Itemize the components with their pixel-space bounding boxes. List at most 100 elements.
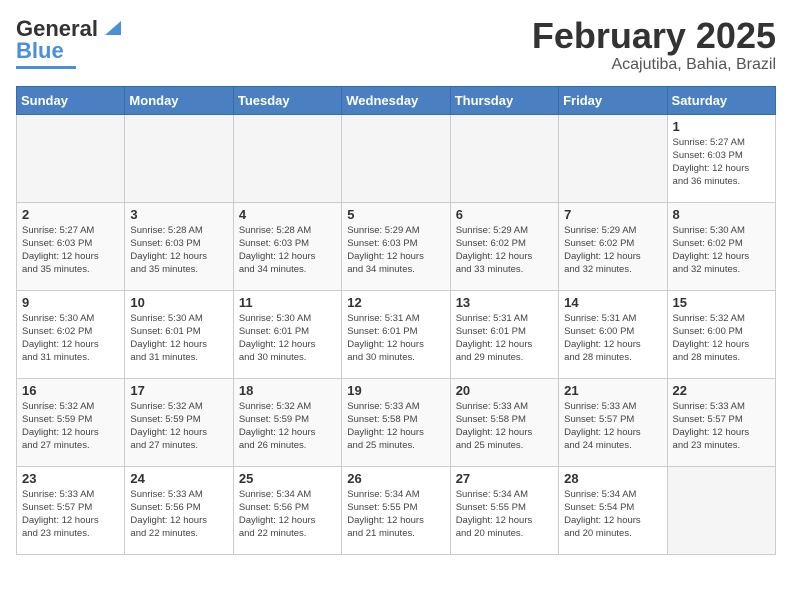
day-number: 20 [456,383,553,398]
week-row-0: 1Sunrise: 5:27 AM Sunset: 6:03 PM Daylig… [17,114,776,202]
week-row-3: 16 Sunrise: 5:32 AM Sunset: 5:59 PM Dayli… [17,378,776,466]
logo-icon [99,17,121,39]
calendar-cell [559,114,667,202]
calendar-cell: 11 Sunrise: 5:30 AM Sunset: 6:01 PM Dayli… [233,290,341,378]
day-number: 23 [22,471,119,486]
day-info: Sunrise: 5:29 AM Sunset: 6:02 PM Dayligh… [456,224,553,277]
day-info: Sunrise: 5:31 AM Sunset: 6:00 PM Dayligh… [564,312,661,365]
calendar-cell: 3 Sunrise: 5:28 AM Sunset: 6:03 PM Daylig… [125,202,233,290]
logo: General Blue [16,16,121,69]
calendar-cell: 12Sunrise: 5:31 AM Sunset: 6:01 PM Dayli… [342,290,450,378]
day-info: Sunrise: 5:28 AM Sunset: 6:03 PM Dayligh… [130,224,227,277]
day-info: Sunrise: 5:31 AM Sunset: 6:01 PM Dayligh… [456,312,553,365]
day-number: 27 [456,471,553,486]
title-block: February 2025 Acajutiba, Bahia, Brazil [532,16,776,74]
day-info: Sunrise: 5:29 AM Sunset: 6:03 PM Dayligh… [347,224,444,277]
day-number: 25 [239,471,336,486]
day-number: 21 [564,383,661,398]
calendar-cell [342,114,450,202]
calendar-cell: 19 Sunrise: 5:33 AM Sunset: 5:58 PM Dayli… [342,378,450,466]
day-number: 5 [347,207,444,222]
calendar-cell: 7 Sunrise: 5:29 AM Sunset: 6:02 PM Daylig… [559,202,667,290]
week-row-2: 9 Sunrise: 5:30 AM Sunset: 6:02 PM Daylig… [17,290,776,378]
calendar-cell: 14 Sunrise: 5:31 AM Sunset: 6:00 PM Dayli… [559,290,667,378]
logo-blue-text: Blue [16,38,64,64]
calendar-cell: 21Sunrise: 5:33 AM Sunset: 5:57 PM Dayli… [559,378,667,466]
calendar-cell: 9 Sunrise: 5:30 AM Sunset: 6:02 PM Daylig… [17,290,125,378]
day-info: Sunrise: 5:32 AM Sunset: 5:59 PM Dayligh… [239,400,336,453]
day-info: Sunrise: 5:30 AM Sunset: 6:01 PM Dayligh… [239,312,336,365]
day-info: Sunrise: 5:33 AM Sunset: 5:57 PM Dayligh… [673,400,770,453]
calendar-body: 1Sunrise: 5:27 AM Sunset: 6:03 PM Daylig… [17,114,776,554]
day-info: Sunrise: 5:30 AM Sunset: 6:01 PM Dayligh… [130,312,227,365]
day-number: 2 [22,207,119,222]
day-info: Sunrise: 5:27 AM Sunset: 6:03 PM Dayligh… [22,224,119,277]
day-info: Sunrise: 5:28 AM Sunset: 6:03 PM Dayligh… [239,224,336,277]
day-number: 22 [673,383,770,398]
day-number: 28 [564,471,661,486]
day-number: 19 [347,383,444,398]
day-number: 26 [347,471,444,486]
day-number: 9 [22,295,119,310]
day-info: Sunrise: 5:32 AM Sunset: 6:00 PM Dayligh… [673,312,770,365]
day-number: 24 [130,471,227,486]
calendar-cell: 5 Sunrise: 5:29 AM Sunset: 6:03 PM Daylig… [342,202,450,290]
calendar-cell [17,114,125,202]
day-number: 6 [456,207,553,222]
day-number: 15 [673,295,770,310]
calendar-cell: 15 Sunrise: 5:32 AM Sunset: 6:00 PM Dayli… [667,290,775,378]
calendar-cell: 2 Sunrise: 5:27 AM Sunset: 6:03 PM Daylig… [17,202,125,290]
day-info: Sunrise: 5:27 AM Sunset: 6:03 PM Dayligh… [673,136,770,189]
day-info: Sunrise: 5:30 AM Sunset: 6:02 PM Dayligh… [673,224,770,277]
calendar-cell [233,114,341,202]
day-number: 11 [239,295,336,310]
day-number: 10 [130,295,227,310]
calendar-cell: 13 Sunrise: 5:31 AM Sunset: 6:01 PM Dayli… [450,290,558,378]
day-header-wednesday: Wednesday [342,86,450,114]
day-number: 3 [130,207,227,222]
logo-underline [16,66,76,69]
day-info: Sunrise: 5:32 AM Sunset: 5:59 PM Dayligh… [130,400,227,453]
day-number: 14 [564,295,661,310]
day-info: Sunrise: 5:30 AM Sunset: 6:02 PM Dayligh… [22,312,119,365]
day-number: 7 [564,207,661,222]
day-info: Sunrise: 5:34 AM Sunset: 5:54 PM Dayligh… [564,488,661,541]
calendar-cell: 1Sunrise: 5:27 AM Sunset: 6:03 PM Daylig… [667,114,775,202]
page-header: General Blue February 2025 Acajutiba, Ba… [16,16,776,74]
calendar-cell: 17 Sunrise: 5:32 AM Sunset: 5:59 PM Dayli… [125,378,233,466]
day-number: 17 [130,383,227,398]
calendar-cell [450,114,558,202]
calendar-cell: 10 Sunrise: 5:30 AM Sunset: 6:01 PM Dayli… [125,290,233,378]
calendar-cell: 18 Sunrise: 5:32 AM Sunset: 5:59 PM Dayli… [233,378,341,466]
day-info: Sunrise: 5:32 AM Sunset: 5:59 PM Dayligh… [22,400,119,453]
day-info: Sunrise: 5:29 AM Sunset: 6:02 PM Dayligh… [564,224,661,277]
calendar-cell [125,114,233,202]
day-number: 16 [22,383,119,398]
day-info: Sunrise: 5:34 AM Sunset: 5:55 PM Dayligh… [456,488,553,541]
calendar-cell [667,466,775,554]
day-header-friday: Friday [559,86,667,114]
day-info: Sunrise: 5:33 AM Sunset: 5:57 PM Dayligh… [22,488,119,541]
week-row-1: 2 Sunrise: 5:27 AM Sunset: 6:03 PM Daylig… [17,202,776,290]
month-year: February 2025 [532,16,776,56]
calendar-header-row: SundayMondayTuesdayWednesdayThursdayFrid… [17,86,776,114]
day-number: 18 [239,383,336,398]
location: Acajutiba, Bahia, Brazil [532,56,776,74]
calendar-cell: 28 Sunrise: 5:34 AM Sunset: 5:54 PM Dayli… [559,466,667,554]
calendar-cell: 4 Sunrise: 5:28 AM Sunset: 6:03 PM Daylig… [233,202,341,290]
day-info: Sunrise: 5:34 AM Sunset: 5:56 PM Dayligh… [239,488,336,541]
day-info: Sunrise: 5:33 AM Sunset: 5:58 PM Dayligh… [347,400,444,453]
day-number: 13 [456,295,553,310]
calendar-cell: 25 Sunrise: 5:34 AM Sunset: 5:56 PM Dayli… [233,466,341,554]
calendar-cell: 22 Sunrise: 5:33 AM Sunset: 5:57 PM Dayli… [667,378,775,466]
day-number: 12 [347,295,444,310]
day-header-thursday: Thursday [450,86,558,114]
calendar-cell: 6 Sunrise: 5:29 AM Sunset: 6:02 PM Daylig… [450,202,558,290]
calendar-cell: 27 Sunrise: 5:34 AM Sunset: 5:55 PM Dayli… [450,466,558,554]
week-row-4: 23 Sunrise: 5:33 AM Sunset: 5:57 PM Dayli… [17,466,776,554]
calendar-cell: 16 Sunrise: 5:32 AM Sunset: 5:59 PM Dayli… [17,378,125,466]
day-header-saturday: Saturday [667,86,775,114]
calendar-cell: 24Sunrise: 5:33 AM Sunset: 5:56 PM Dayli… [125,466,233,554]
calendar-cell: 8Sunrise: 5:30 AM Sunset: 6:02 PM Daylig… [667,202,775,290]
day-number: 4 [239,207,336,222]
